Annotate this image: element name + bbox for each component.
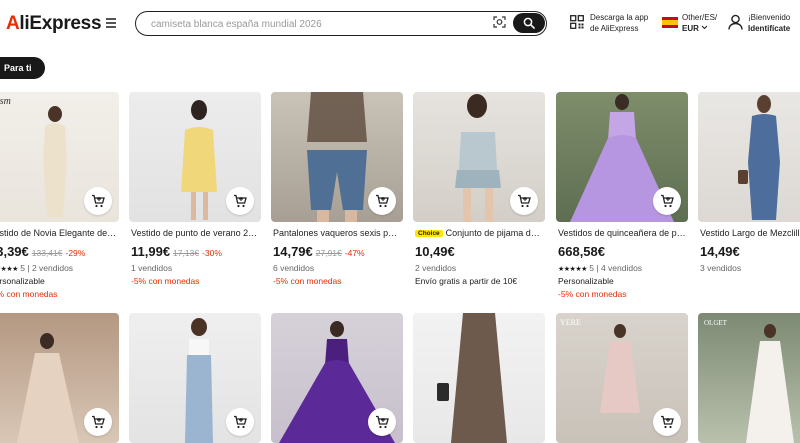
cart-icon: [92, 194, 105, 208]
product-price: 668,58€: [558, 244, 605, 259]
user-icon[interactable]: [728, 14, 743, 30]
product-image[interactable]: [271, 92, 403, 222]
free-shipping-note: Envío gratis a partir de 10€: [415, 276, 518, 286]
tab-para-ti[interactable]: Para ti: [0, 57, 45, 79]
product-title[interactable]: Choice Conjunto de pijama de ...: [415, 228, 543, 238]
coin-promo: -5% con monedas: [0, 289, 58, 299]
product-title[interactable]: Pantalones vaqueros sexis par...: [273, 228, 401, 238]
camera-search-icon[interactable]: [493, 16, 506, 28]
product-image[interactable]: [129, 313, 261, 443]
product-image[interactable]: OLGET: [698, 313, 800, 443]
aliexpress-logo[interactable]: AliExpress: [6, 13, 102, 35]
search-bar: [135, 11, 547, 36]
sold-count: 2 vendidos: [415, 263, 457, 273]
header: AliExpress Descarga la app de AliExpress…: [0, 0, 800, 48]
coin-promo: -5% con monedas: [273, 276, 342, 286]
star-rating-icon: ★★★★★: [0, 266, 18, 273]
cart-icon: [376, 194, 389, 208]
sold-count: 3 vendidos: [700, 263, 742, 273]
add-to-cart-button[interactable]: [84, 187, 112, 215]
sold-count: 6 vendidos: [273, 263, 315, 273]
product-title[interactable]: Vestido de Novia Elegante de ...: [0, 228, 117, 238]
product-image[interactable]: [413, 92, 545, 222]
add-to-cart-button[interactable]: [226, 408, 254, 436]
product-image[interactable]: [129, 92, 261, 222]
svg-text:OLGET: OLGET: [704, 319, 728, 327]
svg-text:ism: ism: [0, 96, 11, 107]
add-to-cart-button[interactable]: [368, 187, 396, 215]
customizable-tag: Personalizable: [0, 276, 45, 286]
product-image[interactable]: [698, 92, 800, 222]
star-rating-icon: ★★★★★: [558, 266, 587, 273]
add-to-cart-button[interactable]: [84, 408, 112, 436]
add-to-cart-button[interactable]: [368, 408, 396, 436]
svg-text:YERE: YERE: [560, 318, 581, 327]
chevron-down-icon: [701, 25, 708, 30]
product-image[interactable]: [556, 92, 688, 222]
cart-icon: [376, 415, 389, 429]
cart-icon: [92, 415, 105, 429]
product-title[interactable]: Vestidos de quinceañera de pri...: [558, 228, 686, 238]
product-image[interactable]: [413, 313, 545, 443]
product-image[interactable]: [0, 313, 119, 443]
product-image[interactable]: YERE: [556, 313, 688, 443]
add-to-cart-button[interactable]: [226, 187, 254, 215]
discount-badge: -29%: [65, 248, 86, 258]
rating-sold: ★★★★★ 5 | 4 vendidos: [558, 263, 643, 273]
customizable-tag: Personalizable: [558, 276, 614, 286]
cart-icon: [661, 415, 674, 429]
locale-selector[interactable]: Other/ES/ EUR: [682, 12, 717, 34]
coin-promo: -5% con monedas: [558, 289, 627, 299]
qr-code-icon[interactable]: [570, 15, 584, 29]
sign-in-link[interactable]: ¡Bienvenido Identifícate: [748, 12, 790, 34]
original-price: 17,13€: [173, 248, 200, 258]
product-price: 10,49€: [415, 244, 455, 259]
discount-badge: -30%: [202, 248, 222, 258]
add-to-cart-button[interactable]: [510, 187, 538, 215]
cart-icon: [234, 194, 247, 208]
original-price: 27,91€: [315, 248, 342, 258]
cart-icon: [661, 194, 674, 208]
product-image[interactable]: [271, 313, 403, 443]
rating-sold: ★★★★★ 5 | 2 vendidos: [0, 263, 73, 273]
product-price: 11,99€: [131, 244, 171, 259]
product-price: 23,39€: [0, 244, 29, 259]
add-to-cart-button[interactable]: [653, 187, 681, 215]
cart-icon: [234, 415, 247, 429]
product-title[interactable]: Vestido de punto de verano 20...: [131, 228, 259, 238]
coin-promo: -5% con monedas: [131, 276, 200, 286]
sold-count: 1 vendidos: [131, 263, 173, 273]
search-icon: [523, 17, 535, 29]
discount-badge: -47%: [344, 248, 365, 258]
original-price: 133,41€: [31, 248, 63, 258]
spain-flag-icon: [662, 17, 678, 28]
product-price: 14,79€: [273, 244, 313, 259]
download-app-link[interactable]: Descarga la app de AliExpress: [590, 12, 648, 34]
cart-icon: [518, 194, 531, 208]
product-title[interactable]: Vestido Largo de Mezclilla: [700, 228, 800, 238]
product-image[interactable]: ism: [0, 92, 119, 222]
product-price: 14,49€: [700, 244, 740, 259]
add-to-cart-button[interactable]: [653, 408, 681, 436]
search-input[interactable]: [149, 15, 483, 33]
search-button[interactable]: [513, 13, 545, 33]
menu-icon[interactable]: [106, 18, 116, 28]
choice-badge: Choice: [415, 230, 443, 237]
